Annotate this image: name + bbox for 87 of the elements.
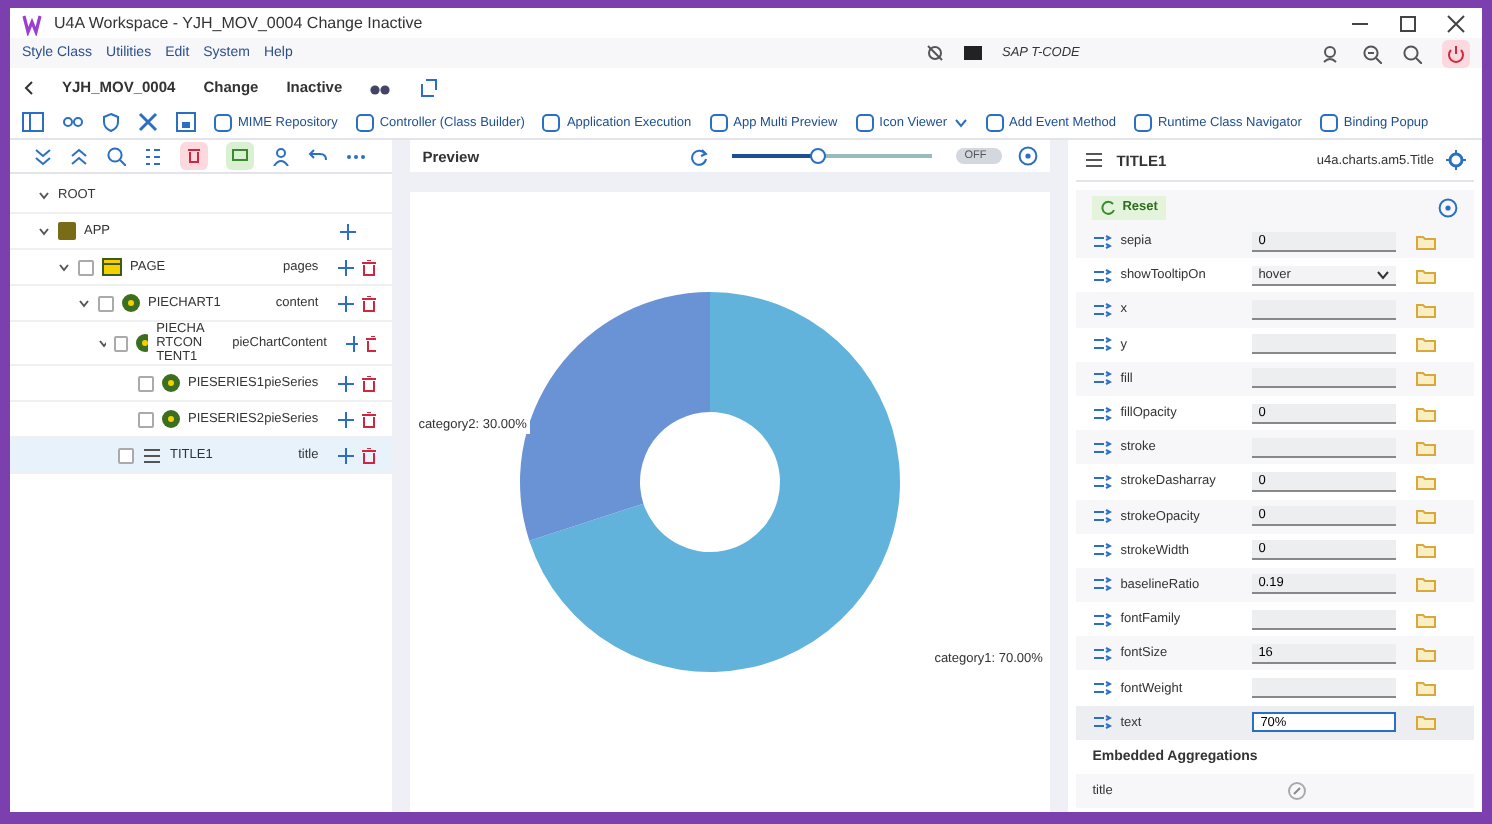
collapse-all-icon[interactable] (34, 147, 52, 165)
property-icon (1092, 405, 1113, 422)
checkbox[interactable] (138, 375, 154, 391)
square-icon (985, 113, 1003, 131)
list-icon[interactable] (144, 147, 162, 165)
target-icon[interactable] (1446, 150, 1466, 170)
add-icon[interactable] (338, 411, 355, 427)
expand-caret-icon[interactable] (38, 191, 50, 199)
person-search-icon[interactable] (1322, 43, 1342, 63)
property-field[interactable] (1252, 368, 1397, 389)
refresh-icon[interactable] (690, 147, 709, 165)
expand-caret-icon[interactable] (78, 299, 90, 307)
panel-icon[interactable] (22, 112, 44, 132)
title-icon (142, 447, 162, 463)
undo-icon[interactable] (308, 147, 328, 165)
delete-icon[interactable] (362, 375, 377, 391)
square-icon (709, 113, 728, 131)
expand-caret-icon[interactable] (98, 339, 107, 347)
property-icon (1092, 301, 1113, 318)
delete-icon[interactable] (362, 447, 377, 463)
add-icon[interactable] (346, 335, 359, 351)
person-icon[interactable] (272, 147, 290, 165)
checkbox[interactable] (114, 335, 128, 351)
add-icon[interactable] (338, 295, 355, 311)
property-icon (1092, 267, 1113, 284)
more-icon[interactable] (346, 153, 366, 159)
add-icon[interactable] (338, 259, 355, 275)
power-icon[interactable] (1442, 39, 1470, 67)
shield-icon[interactable] (102, 112, 120, 132)
square-icon (1319, 113, 1338, 131)
property-icon (1092, 611, 1113, 628)
back-icon[interactable] (22, 79, 34, 95)
property-field[interactable] (1252, 437, 1397, 458)
maximize-icon[interactable] (1398, 13, 1418, 33)
add-icon[interactable] (340, 223, 357, 239)
property-field[interactable] (1252, 299, 1397, 320)
edit-icon[interactable] (1288, 781, 1306, 800)
expand-all-icon[interactable] (70, 147, 88, 165)
property-field[interactable] (1252, 334, 1397, 355)
delete-icon[interactable] (362, 411, 377, 427)
page-icon (102, 258, 122, 276)
expand-caret-icon[interactable] (38, 227, 50, 235)
property-icon (1092, 714, 1113, 731)
save-icon[interactable] (176, 112, 196, 132)
property-icon (1092, 233, 1113, 250)
expand-caret-icon[interactable] (58, 263, 70, 271)
checkbox[interactable] (118, 447, 134, 463)
search-icon[interactable] (106, 146, 126, 166)
caret-icon (1376, 269, 1391, 280)
binoculars-icon[interactable] (370, 79, 391, 95)
reset-icon (1100, 199, 1117, 215)
property-icon (1092, 370, 1113, 387)
zoom-icon[interactable] (1362, 43, 1382, 63)
app-icon (58, 222, 76, 240)
add-icon[interactable] (338, 447, 355, 463)
search-icon[interactable] (1402, 43, 1422, 63)
property-field[interactable] (1252, 678, 1397, 699)
title-icon (1084, 152, 1105, 168)
property-icon (1092, 473, 1113, 490)
close-icon[interactable] (1446, 13, 1466, 33)
square-icon (355, 113, 374, 131)
share-icon[interactable] (418, 77, 439, 97)
delete-icon[interactable] (362, 259, 377, 275)
glasses-icon[interactable] (62, 116, 84, 128)
square-icon (855, 113, 874, 131)
square-icon (542, 113, 561, 131)
delete-icon[interactable] (362, 295, 377, 311)
app-logo-icon (22, 11, 46, 35)
checkbox[interactable] (138, 411, 154, 427)
checkbox[interactable] (98, 295, 114, 311)
property-icon (1092, 576, 1113, 593)
square-icon (1133, 113, 1152, 131)
caret-icon (953, 117, 967, 127)
add-icon[interactable] (338, 375, 355, 391)
square-icon (214, 113, 232, 131)
property-icon (1092, 680, 1113, 697)
eye-off-icon[interactable] (926, 44, 944, 62)
property-icon (1092, 439, 1113, 456)
property-icon (1092, 508, 1113, 525)
property-icon (1092, 336, 1113, 353)
delete-icon[interactable] (180, 142, 208, 170)
window-title: U4A Workspace - YJH_MOV_0004 Change Inactive (54, 14, 423, 32)
delete-icon[interactable] (366, 335, 377, 351)
property-field[interactable] (1252, 609, 1397, 630)
property-icon (1092, 645, 1113, 662)
property-icon (1092, 542, 1113, 559)
checkbox[interactable] (78, 259, 94, 275)
